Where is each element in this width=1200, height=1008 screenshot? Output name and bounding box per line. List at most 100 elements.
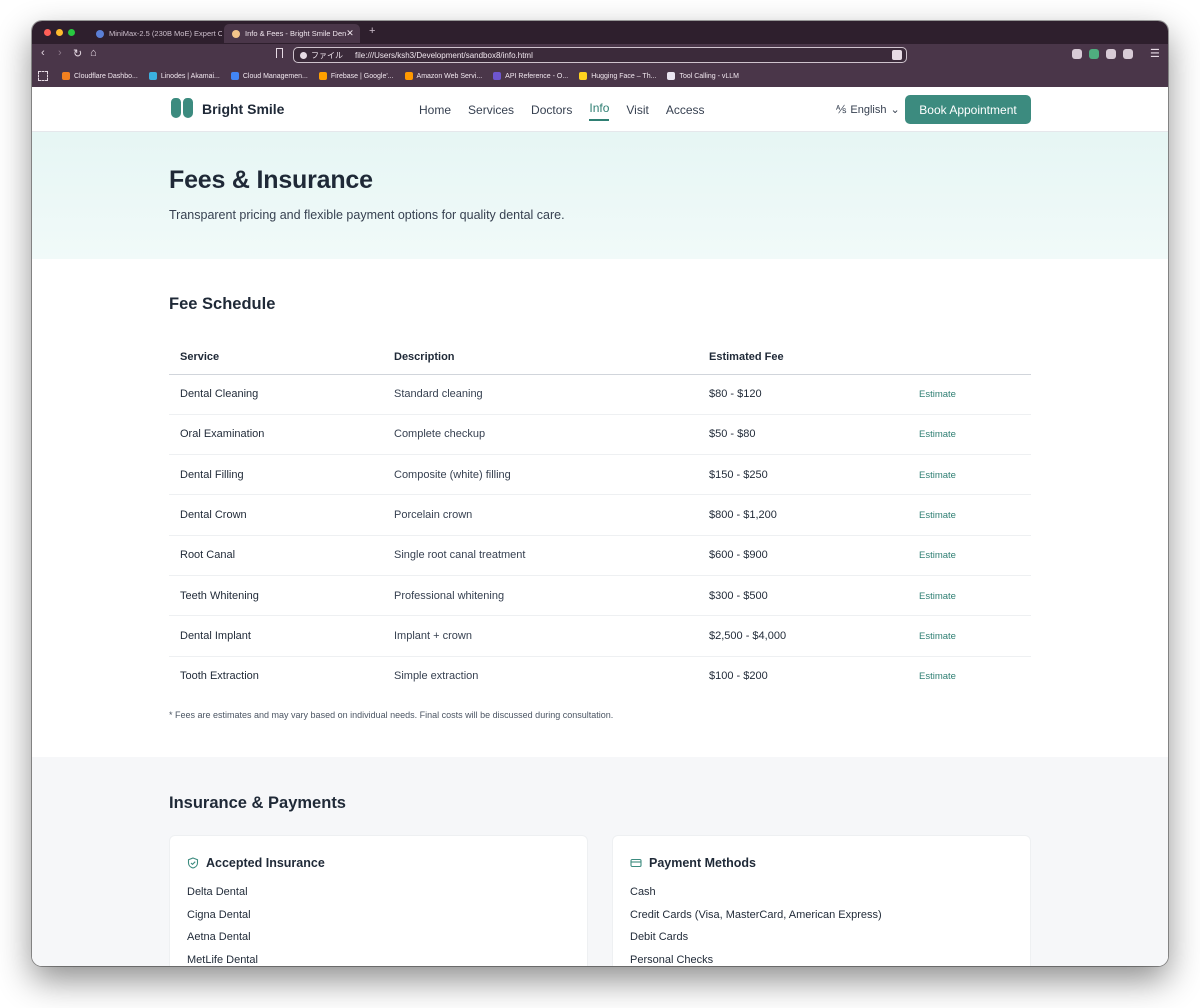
browser-tab-active[interactable]: Info & Fees - Bright Smile Den ✕ [224, 24, 360, 43]
brand-logo[interactable]: Bright Smile [170, 98, 284, 120]
puzzle-icon[interactable] [1106, 49, 1116, 59]
fee-cell: $2,500 - $4,000 [698, 615, 908, 657]
translate-icon: ⅍ [836, 103, 847, 116]
service-cell: Dental Crown [169, 494, 383, 536]
main-navigation: Home Services Doctors Info Visit Access [419, 101, 705, 121]
fee-schedule-section: Fee Schedule Service Description Estimat… [32, 259, 1168, 757]
bookmark-item[interactable]: Linodes | Akamai... [148, 72, 220, 80]
tooth-favicon-icon [232, 29, 240, 38]
bookmark-item[interactable]: Cloudflare Dashbo... [62, 72, 138, 80]
estimate-link[interactable]: Estimate [919, 429, 956, 440]
apps-grid-icon[interactable] [38, 71, 48, 81]
description-cell: Implant + crown [383, 615, 698, 657]
home-icon[interactable]: ⌂ [90, 47, 97, 59]
estimate-link[interactable]: Estimate [919, 510, 956, 521]
extension-icon[interactable] [1072, 49, 1082, 59]
desktop-background: MiniMax-2.5 (230B MoE) Expert O Info & F… [0, 0, 1200, 1008]
estimate-link[interactable]: Estimate [919, 470, 956, 481]
zoom-window-button[interactable] [68, 29, 75, 36]
fee-cell: $80 - $120 [698, 374, 908, 415]
service-cell: Teeth Whitening [169, 575, 383, 617]
bookmark-item[interactable]: Firebase | Google'... [318, 72, 394, 80]
service-cell: Dental Implant [169, 615, 383, 657]
browser-toolbar: ‹ › ↻ ⌂ ファイル file:///Users/ksh3/Developm… [32, 44, 1168, 65]
description-cell: Porcelain crown [383, 494, 698, 536]
shield-check-icon [187, 857, 199, 869]
nav-services[interactable]: Services [468, 103, 514, 117]
book-appointment-button[interactable]: Book Appointment [905, 95, 1031, 124]
list-item: Personal Checks [630, 954, 714, 966]
estimate-link[interactable]: Estimate [919, 550, 956, 561]
insurance-payments-section: Insurance & Payments Accepted Insurance … [32, 757, 1168, 966]
fee-table-body: Dental Cleaning Standard cleaning $80 - … [169, 374, 1031, 696]
estimate-link[interactable]: Estimate [919, 389, 956, 400]
column-header-action [908, 340, 1031, 375]
table-row: Tooth Extraction Simple extraction $100 … [169, 656, 1031, 696]
extension-icon[interactable] [1089, 49, 1099, 59]
bookmarks-bar: Cloudflare Dashbo... Linodes | Akamai...… [32, 65, 1168, 87]
estimate-link[interactable]: Estimate [919, 671, 956, 682]
site-info-icon[interactable] [300, 51, 307, 59]
close-tab-icon[interactable]: ✕ [346, 28, 354, 39]
description-cell: Composite (white) filling [383, 454, 698, 496]
table-header-row: Service Description Estimated Fee [169, 340, 1031, 375]
fee-cell: $800 - $1,200 [698, 494, 908, 536]
browser-tab-title: Info & Fees - Bright Smile Den [245, 29, 347, 38]
nav-info[interactable]: Info [589, 101, 610, 121]
minimize-window-button[interactable] [56, 29, 63, 36]
fee-cell: $150 - $250 [698, 454, 908, 496]
bookmark-item[interactable]: Amazon Web Servi... [404, 72, 482, 80]
browser-tab[interactable]: MiniMax-2.5 (230B MoE) Expert O [88, 24, 222, 43]
chevron-down-icon: ⌄ [890, 104, 900, 116]
window-controls [44, 29, 75, 36]
service-cell: Tooth Extraction [180, 670, 259, 683]
bookmark-icon[interactable] [276, 48, 283, 58]
language-selector[interactable]: ⅍ English ⌄ [836, 103, 900, 117]
list-item: Credit Cards (Visa, MasterCard, American… [630, 908, 882, 921]
service-cell: Oral Examination [169, 414, 383, 456]
bookmark-item[interactable]: Cloud Managemen... [230, 72, 308, 80]
language-label: English [850, 103, 887, 116]
nav-visit[interactable]: Visit [626, 103, 648, 117]
bookmark-item[interactable]: Tool Calling - vLLM [667, 72, 739, 80]
address-bar[interactable]: ファイル file:///Users/ksh3/Development/sand… [293, 47, 907, 63]
fee-cell: $600 - $900 [698, 535, 908, 576]
back-arrow-icon[interactable]: ‹ [41, 47, 45, 59]
fees-disclaimer: * Fees are estimates and may vary based … [169, 710, 614, 720]
hero-section: Fees & Insurance Transparent pricing and… [32, 132, 1168, 259]
description-cell: Simple extraction [394, 670, 479, 683]
accepted-insurance-title: Accepted Insurance [206, 856, 325, 870]
sidebar-icon[interactable] [1123, 49, 1133, 59]
estimate-link[interactable]: Estimate [919, 591, 956, 602]
list-item: Aetna Dental [187, 931, 251, 944]
address-scheme-label: ファイル [311, 50, 343, 60]
menu-icon[interactable]: ☰ [1150, 47, 1160, 60]
nav-home[interactable]: Home [419, 103, 451, 117]
bookmark-item[interactable]: Hugging Face – Th... [579, 72, 656, 80]
site-header: Bright Smile Home Services Doctors Info … [32, 87, 1168, 132]
fee-schedule-title: Fee Schedule [169, 295, 276, 313]
linode-icon [148, 72, 157, 80]
page-content: Bright Smile Home Services Doctors Info … [32, 87, 1168, 966]
bookmark-item[interactable]: API Reference - O... [493, 72, 568, 80]
nav-doctors[interactable]: Doctors [531, 103, 572, 117]
gcp-icon [230, 72, 239, 80]
accepted-insurance-card: Accepted Insurance Delta Dental Cigna De… [169, 835, 588, 966]
brave-shield-icon[interactable] [892, 50, 902, 60]
table-row: Dental Implant Implant + crown $2,500 - … [169, 615, 1031, 657]
new-tab-button[interactable]: + [369, 25, 375, 37]
payment-methods-title: Payment Methods [649, 856, 756, 870]
close-window-button[interactable] [44, 29, 51, 36]
browser-tab-bar: MiniMax-2.5 (230B MoE) Expert O Info & F… [32, 21, 1168, 44]
nav-access[interactable]: Access [666, 103, 705, 117]
column-header-service: Service [169, 340, 383, 375]
browser-window: MiniMax-2.5 (230B MoE) Expert O Info & F… [32, 21, 1168, 966]
fee-cell: $300 - $500 [698, 575, 908, 617]
tab-favicon-icon [96, 29, 104, 38]
estimate-link[interactable]: Estimate [919, 631, 956, 642]
address-url[interactable]: file:///Users/ksh3/Development/sandbox8/… [355, 51, 533, 60]
page-subtitle: Transparent pricing and flexible payment… [169, 208, 565, 222]
browser-tab-title: MiniMax-2.5 (230B MoE) Expert O [109, 29, 222, 38]
reload-icon[interactable]: ↻ [73, 47, 82, 60]
forward-arrow-icon[interactable]: › [58, 47, 62, 59]
